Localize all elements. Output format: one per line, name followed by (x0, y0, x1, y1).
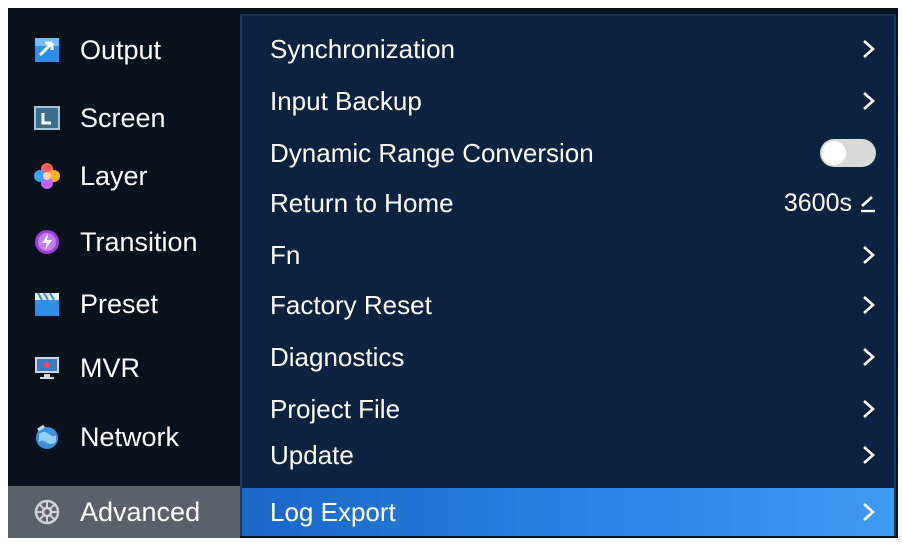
sidebar-item-mvr[interactable]: MVR (8, 342, 240, 394)
sidebar-item-advanced[interactable]: Advanced (8, 486, 240, 538)
menu-item-input-backup[interactable]: Input Backup (242, 78, 894, 124)
menu-item-label: Synchronization (270, 33, 455, 64)
sidebar-item-label: Advanced (80, 496, 201, 527)
sidebar-item-label: Layer (80, 160, 148, 191)
gear-icon (34, 499, 60, 525)
mvr-icon (34, 355, 60, 381)
menu-item-factory-reset[interactable]: Factory Reset (242, 282, 894, 328)
advanced-menu-panel: Synchronization Input Backup Dynamic Ran… (240, 14, 896, 536)
sidebar-item-label: Network (80, 421, 180, 452)
menu-item-label: Factory Reset (270, 289, 432, 320)
menu-item-fn[interactable]: Fn (242, 232, 894, 278)
sidebar-item-preset[interactable]: Preset (8, 278, 240, 330)
menu-item-label: Update (270, 439, 354, 470)
menu-item-dynamic-range-conversion[interactable]: Dynamic Range Conversion (242, 130, 894, 176)
menu-item-synchronization[interactable]: Synchronization (242, 26, 894, 72)
menu-item-label: Fn (270, 239, 301, 270)
chevron-right-icon (863, 40, 875, 58)
chevron-right-icon (863, 446, 875, 464)
preset-icon (34, 291, 60, 317)
menu-item-label: Diagnostics (270, 341, 405, 372)
sidebar-item-layer[interactable]: Layer (8, 150, 240, 202)
sidebar-item-transition[interactable]: Transition (8, 216, 240, 268)
dynamic-range-toggle[interactable] (820, 139, 876, 167)
sidebar-item-label: Output (80, 34, 162, 65)
menu-item-diagnostics[interactable]: Diagnostics (242, 334, 894, 380)
sidebar-item-network[interactable]: Network (8, 411, 240, 463)
chevron-right-icon (863, 246, 875, 264)
chevron-right-icon (863, 400, 875, 418)
return-to-home-value: 3600s (783, 188, 852, 217)
menu-item-project-file[interactable]: Project File (242, 386, 894, 432)
sidebar-item-label: Preset (80, 288, 159, 319)
chevron-right-icon (863, 296, 875, 314)
sidebar-item-label: Transition (80, 226, 198, 257)
transition-icon (34, 229, 60, 255)
edit-icon[interactable] (860, 193, 876, 213)
output-icon (34, 37, 60, 63)
chevron-right-icon (863, 348, 875, 366)
layer-icon (34, 163, 60, 189)
sidebar: Output Screen Layer Transition Preset MV… (8, 8, 240, 538)
menu-item-update[interactable]: Update (242, 432, 894, 478)
toggle-knob (822, 141, 846, 165)
menu-item-label: Project File (270, 393, 401, 424)
menu-item-label: Log Export (270, 496, 396, 527)
menu-item-log-export[interactable]: Log Export (242, 488, 894, 536)
sidebar-item-screen[interactable]: Screen (8, 92, 240, 144)
sidebar-item-output[interactable]: Output (8, 24, 240, 76)
sidebar-item-label: MVR (80, 352, 140, 383)
network-icon (34, 424, 60, 450)
menu-item-label: Input Backup (270, 85, 422, 116)
chevron-right-icon (863, 503, 875, 521)
menu-item-label: Return to Home (270, 187, 454, 218)
sidebar-item-label: Screen (80, 102, 166, 133)
menu-item-label: Dynamic Range Conversion (270, 137, 594, 168)
chevron-right-icon (863, 92, 875, 110)
menu-item-return-to-home[interactable]: Return to Home 3600s (242, 180, 894, 226)
screen-icon (34, 105, 60, 131)
